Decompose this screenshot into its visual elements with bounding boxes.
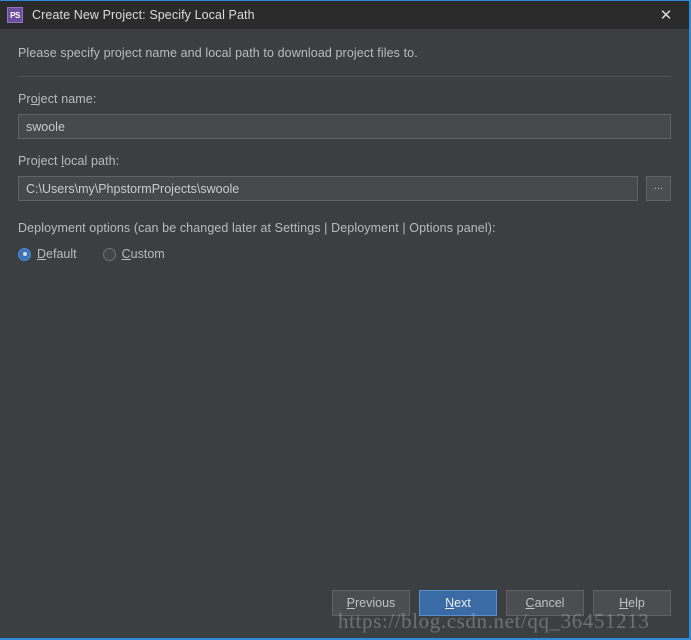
project-name-row xyxy=(18,114,671,139)
radio-option-custom[interactable]: Custom xyxy=(102,247,165,261)
project-local-path-row: ... xyxy=(18,176,671,201)
previous-button[interactable]: Previous xyxy=(332,590,410,616)
separator xyxy=(18,76,671,77)
radio-label-custom-rest: ustom xyxy=(130,247,165,261)
close-glyph: ✕ xyxy=(659,7,673,24)
instruction-text: Please specify project name and local pa… xyxy=(18,46,418,60)
project-name-input[interactable] xyxy=(18,114,671,139)
dialog-footer: Previous Next Cancel Help xyxy=(0,582,689,638)
dialog-content: Please specify project name and local pa… xyxy=(0,29,689,582)
project-local-path-input[interactable] xyxy=(18,176,638,201)
phpstorm-app-icon: PS xyxy=(7,7,23,23)
cancel-button-mnemonic: C xyxy=(525,596,535,610)
project-local-path-label-after: ocal path: xyxy=(64,154,120,168)
radio-label-custom: Custom xyxy=(122,247,165,261)
deployment-options-text: Deployment options (can be changed later… xyxy=(18,221,496,235)
project-name-label-before: Pr xyxy=(18,92,31,106)
deployment-options-radio-group: Default Custom xyxy=(18,247,671,261)
title-bar: PS Create New Project: Specify Local Pat… xyxy=(0,0,689,29)
project-name-label-mnemonic: o xyxy=(30,92,38,106)
next-button-rest: ext xyxy=(454,596,471,610)
radio-label-default-mnemonic: D xyxy=(37,247,47,261)
next-button-mnemonic: N xyxy=(445,596,455,610)
project-local-path-label: Project local path: xyxy=(18,154,671,168)
app-icon-label: PS xyxy=(10,10,20,20)
radio-label-default-rest: efault xyxy=(46,247,77,261)
radio-icon-custom[interactable] xyxy=(102,247,116,261)
close-icon[interactable]: ✕ xyxy=(643,1,689,29)
dialog-title: Create New Project: Specify Local Path xyxy=(32,8,255,22)
radio-option-default[interactable]: Default xyxy=(18,247,77,261)
help-button[interactable]: Help xyxy=(593,590,671,616)
ellipsis-icon: ... xyxy=(653,179,664,192)
help-button-rest: elp xyxy=(628,596,645,610)
next-button[interactable]: Next xyxy=(419,590,497,616)
create-new-project-dialog: PS Create New Project: Specify Local Pat… xyxy=(0,0,691,640)
radio-label-custom-mnemonic: C xyxy=(121,247,131,261)
browse-folder-button[interactable]: ... xyxy=(646,176,671,201)
project-name-label-after: ject name: xyxy=(37,92,97,106)
radio-label-default: Default xyxy=(37,247,77,261)
previous-button-mnemonic: P xyxy=(346,596,356,610)
cancel-button[interactable]: Cancel xyxy=(506,590,584,616)
project-local-path-label-before: Project xyxy=(18,154,62,168)
previous-button-rest: revious xyxy=(355,596,396,610)
help-button-mnemonic: H xyxy=(619,596,629,610)
cancel-button-rest: ancel xyxy=(534,596,565,610)
radio-icon-default[interactable] xyxy=(18,247,31,261)
project-name-label: Project name: xyxy=(18,92,671,106)
